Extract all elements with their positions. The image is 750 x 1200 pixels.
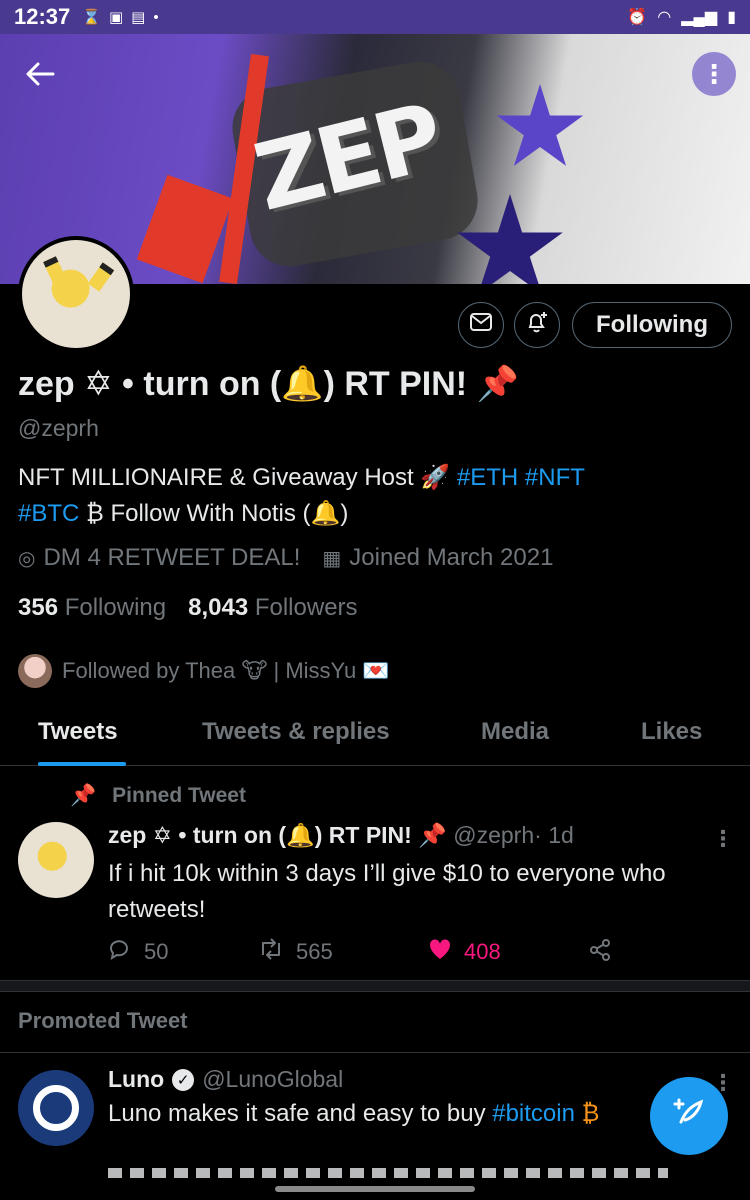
profile-bio: NFT MILLIONAIRE & Giveaway Host 🚀 #ETH #…	[18, 460, 733, 532]
tweet-header: zep ✡ • turn on (🔔) RT PIN! 📌 @zeprh· 1d	[108, 822, 574, 849]
followed-by-text: Followed by Thea 🐮 | MissYu 💌	[62, 658, 390, 683]
battery-icon: ▮	[727, 9, 736, 26]
verified-badge-icon: ✓	[172, 1068, 195, 1091]
tab-tweets[interactable]: Tweets	[38, 718, 118, 746]
following-count-link[interactable]: 356 Following	[18, 594, 166, 622]
notifications-button[interactable]	[514, 302, 560, 348]
pinned-tweet-label: 📌 Pinned Tweet	[70, 784, 246, 808]
tweet-text: If i hit 10k within 3 days I’ll give $10…	[108, 860, 666, 923]
promoted-tweet-header: Luno ✓ @LunoGlobal	[108, 1066, 343, 1093]
promoted-text: Luno makes it safe and easy to buy	[108, 1100, 493, 1127]
avatar-pikachu-ear	[87, 262, 115, 292]
profile-meta: ◎ DM 4 RETWEET DEAL! ▦ Joined March 2021	[18, 544, 553, 572]
profile-location: DM 4 RETWEET DEAL!	[43, 544, 301, 571]
like-button[interactable]: 408	[428, 938, 501, 966]
back-arrow-icon[interactable]	[20, 54, 60, 94]
promoted-tweet-label: Promoted Tweet	[18, 1008, 188, 1033]
profile-avatar[interactable]	[18, 236, 134, 352]
followers-label: Followers	[254, 594, 358, 621]
hashtag-link[interactable]: #bitcoin	[492, 1100, 575, 1127]
profile-joined: Joined March 2021	[349, 544, 554, 571]
following-label: Following	[64, 594, 167, 621]
status-time: 12:37	[14, 4, 71, 29]
banner-star-icon	[496, 84, 584, 166]
compose-feather-icon	[671, 1094, 707, 1138]
tweet-actions: 50 565 408	[108, 936, 628, 970]
compose-tweet-button[interactable]	[650, 1077, 728, 1155]
webtoon-icon: ▤	[131, 9, 146, 26]
retweet-button[interactable]: 565	[258, 938, 333, 966]
retweet-icon	[258, 938, 284, 966]
alarm-icon: ⏰	[627, 9, 648, 26]
signal-icon: ▂▄▆	[681, 9, 718, 26]
tab-likes[interactable]: Likes	[641, 718, 702, 746]
bio-text: NFT MILLIONAIRE & Giveaway Host 🚀	[18, 464, 457, 491]
heart-icon	[428, 938, 452, 966]
calendar-icon: ▦	[322, 547, 342, 570]
reply-icon	[108, 938, 132, 966]
more-options-icon[interactable]: ⋮	[692, 52, 736, 96]
envelope-icon	[470, 313, 492, 337]
reply-button[interactable]: 50	[108, 938, 168, 966]
promoted-author-handle: @LunoGlobal	[202, 1066, 344, 1092]
tweet-author-handle: @zeprh	[453, 822, 535, 848]
image-icon: ▣	[108, 9, 124, 26]
message-button[interactable]	[458, 302, 504, 348]
bio-text: ₿ Follow With Notis (🔔)	[79, 500, 349, 527]
luno-avatar[interactable]	[18, 1070, 94, 1146]
tweet-time: · 1d	[534, 822, 574, 848]
wifi-icon: ◠	[657, 9, 672, 26]
divider	[0, 1052, 750, 1053]
home-indicator[interactable]	[275, 1186, 475, 1192]
following-button[interactable]: Following	[572, 302, 732, 348]
hashtag-link[interactable]: #BTC	[18, 500, 79, 527]
like-count: 408	[464, 939, 501, 964]
profile-tabs: Tweets Tweets & replies Media Likes	[0, 704, 750, 766]
following-count: 356	[18, 594, 59, 621]
tweet-author-name[interactable]: zep ✡ • turn on (🔔) RT PIN! 📌	[108, 822, 447, 848]
follower-avatar	[18, 654, 52, 688]
display-name: zep ✡ • turn on (🔔) RT PIN! 📌	[18, 365, 519, 403]
followed-by-row[interactable]: Followed by Thea 🐮 | MissYu 💌	[18, 654, 390, 688]
promoted-text-cutoff	[108, 1168, 668, 1178]
hashtag-link[interactable]: #NFT	[525, 464, 585, 491]
pinned-label-text: Pinned Tweet	[112, 784, 246, 807]
active-tab-indicator	[38, 762, 126, 766]
followers-count-link[interactable]: 8,043 Followers	[188, 594, 357, 622]
tab-media[interactable]: Media	[481, 718, 549, 746]
bell-plus-icon	[525, 310, 549, 340]
profile-handle: @zeprh	[18, 415, 99, 441]
avatar-pikachu-ear	[43, 256, 67, 286]
promoted-text: ₿	[574, 1100, 600, 1127]
location-icon: ◎	[18, 547, 36, 570]
reply-count: 50	[144, 939, 169, 964]
followers-count: 8,043	[188, 594, 249, 621]
tab-tweets-replies[interactable]: Tweets & replies	[202, 718, 390, 746]
retweet-count: 565	[296, 939, 333, 964]
tweet-author-avatar[interactable]	[18, 822, 94, 898]
hourglass-icon: ⌛	[82, 9, 101, 26]
tweet-more-icon[interactable]: ⋮	[712, 826, 734, 852]
share-button[interactable]	[588, 938, 612, 968]
follow-counts: 356 Following 8,043 Followers	[18, 594, 358, 622]
profile-banner[interactable]: ZEP	[0, 34, 750, 284]
status-bar: 12:37 ⌛ ▣ ▤ • ⏰ ◠ ▂▄▆ ▮	[0, 0, 750, 34]
hashtag-link[interactable]: #ETH	[457, 464, 518, 491]
banner-red-splash	[136, 174, 234, 284]
luno-logo-icon	[33, 1085, 79, 1131]
promoted-tweet-text: Luno makes it safe and easy to buy #bitc…	[108, 1100, 599, 1128]
dot-icon: •	[153, 8, 159, 26]
share-icon	[588, 938, 612, 968]
promoted-author-name[interactable]: Luno	[108, 1066, 164, 1093]
section-divider	[0, 980, 750, 992]
pin-icon: 📌	[70, 784, 97, 807]
